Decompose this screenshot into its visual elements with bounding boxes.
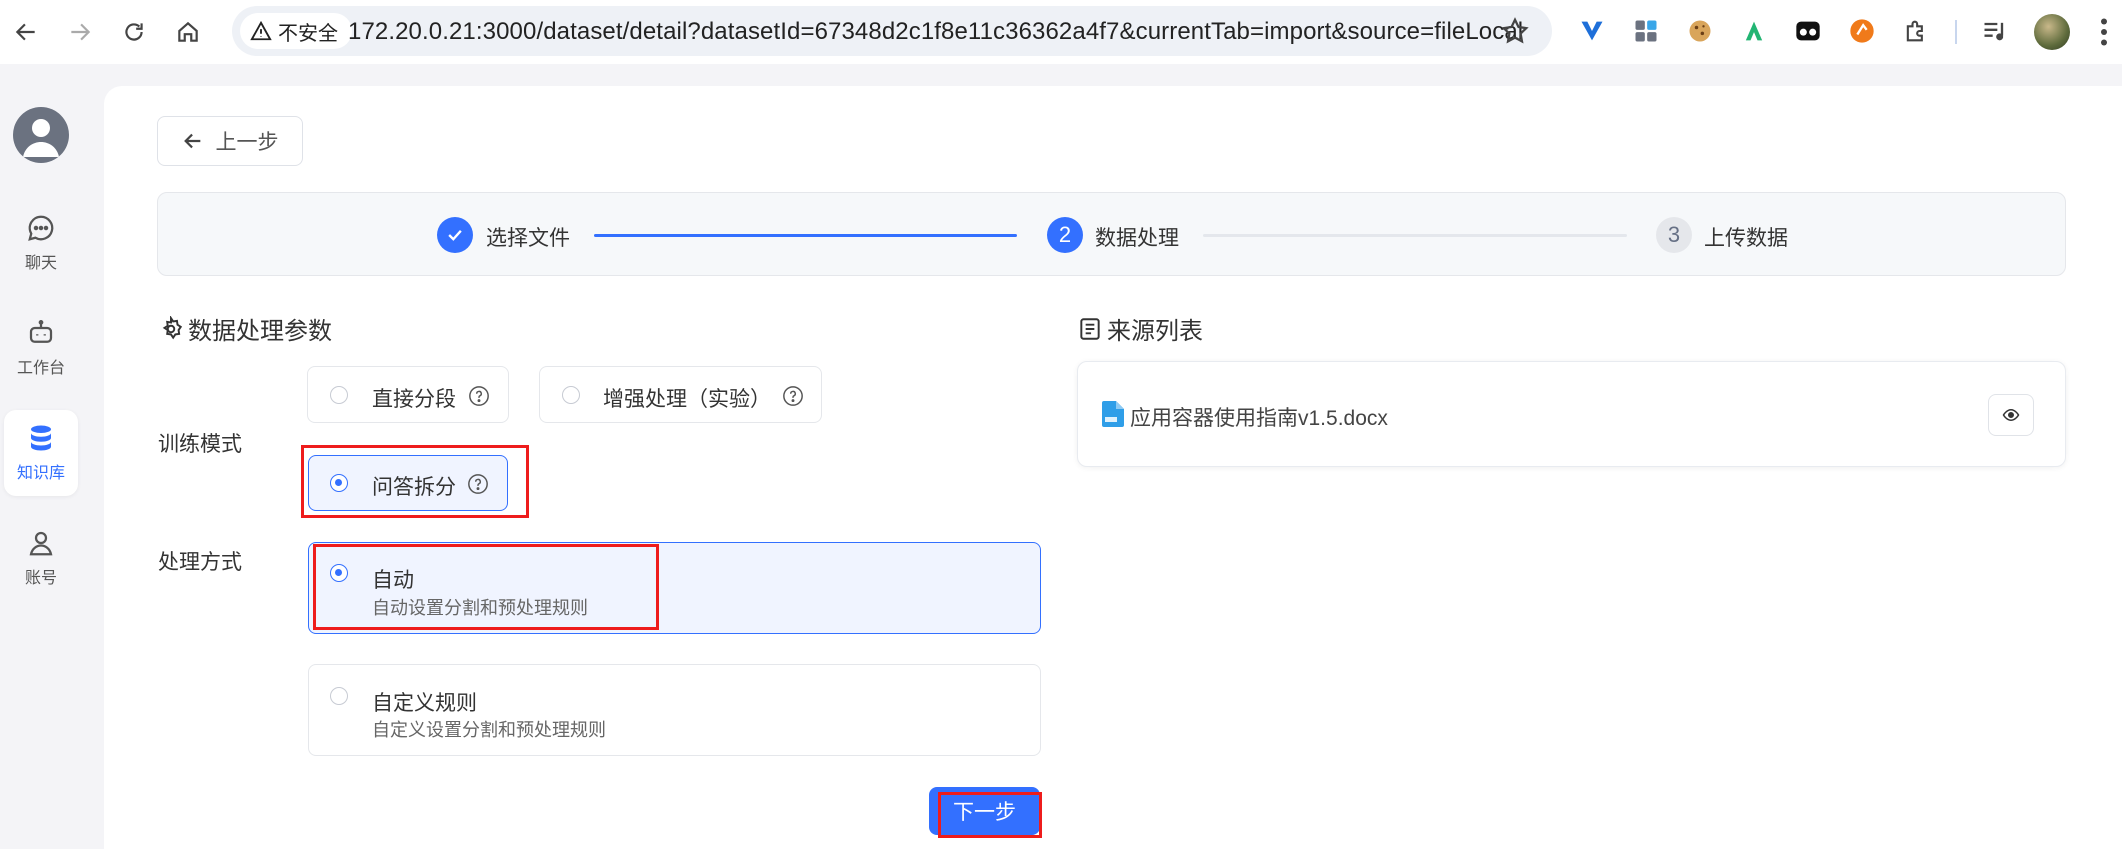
radio-qa-split[interactable] — [330, 474, 348, 492]
stepper: 选择文件 2 数据处理 3 上传数据 — [157, 192, 2066, 276]
browser-toolbar: 不安全 172.20.0.21:3000/dataset/detail?data… — [0, 0, 2122, 64]
option-custom-rules[interactable]: 自定义规则 自定义设置分割和预处理规则 — [308, 664, 1041, 756]
option-direct-segment-label: 直接分段 — [372, 388, 456, 411]
help-circle-icon[interactable] — [468, 385, 490, 407]
a-extension-icon[interactable] — [1737, 14, 1771, 48]
sidebar-item-knowledge-base[interactable]: 知识库 — [4, 410, 78, 496]
step-2-label: 数据处理 — [1095, 227, 1179, 250]
option-custom-rules-desc: 自定义设置分割和预处理规则 — [372, 720, 606, 740]
option-auto-desc: 自动设置分割和预处理规则 — [372, 598, 588, 618]
help-circle-icon[interactable] — [467, 473, 489, 495]
sidebar-item-account[interactable]: 账号 — [4, 515, 78, 601]
url-text[interactable]: 172.20.0.21:3000/dataset/detail?datasetI… — [348, 18, 1523, 46]
arrow-left-icon — [183, 133, 200, 149]
training-mode-label: 训练模式 — [158, 433, 242, 456]
step-1-check-icon — [437, 217, 473, 253]
cookie-extension-icon[interactable] — [1683, 14, 1717, 48]
forward-arrow-icon[interactable] — [62, 14, 98, 50]
next-step-button[interactable]: 下一步 — [929, 787, 1040, 835]
sidebar-item-chat[interactable]: 聊天 — [4, 200, 78, 286]
option-qa-split[interactable]: 问答拆分 — [308, 455, 508, 511]
glasses-extension-icon[interactable] — [1791, 14, 1825, 48]
preview-button[interactable] — [1988, 394, 2034, 436]
user-icon — [29, 531, 53, 556]
grid-extension-icon[interactable] — [1629, 14, 1663, 48]
sidebar-item-label: 聊天 — [24, 255, 57, 272]
chat-icon — [28, 215, 54, 241]
toolbar-divider — [1955, 20, 1957, 44]
step-2-number: 2 — [1047, 217, 1083, 253]
more-menu-icon[interactable] — [2096, 14, 2112, 50]
step-connector-1 — [594, 234, 1017, 237]
settings-gear-icon — [162, 315, 183, 339]
profile-avatar[interactable] — [2034, 14, 2070, 50]
source-list-title: 来源列表 — [1077, 311, 1203, 346]
option-enhanced-processing-label: 增强处理（实验） — [603, 388, 771, 411]
media-list-icon[interactable] — [1978, 14, 2012, 48]
previous-step-button[interactable]: 上一步 — [157, 116, 303, 166]
option-qa-split-label: 问答拆分 — [372, 476, 456, 499]
database-icon — [31, 425, 51, 451]
process-method-label: 处理方式 — [158, 551, 242, 574]
home-icon[interactable] — [170, 14, 206, 50]
source-list-title-text: 来源列表 — [1107, 318, 1203, 345]
sidebar-item-label: 工作台 — [16, 360, 65, 377]
puzzle-extensions-icon[interactable] — [1899, 14, 1933, 48]
step-3-label: 上传数据 — [1704, 227, 1788, 250]
radio-enhanced-processing[interactable] — [562, 386, 580, 404]
option-custom-rules-label: 自定义规则 — [372, 692, 477, 715]
help-circle-icon[interactable] — [782, 385, 804, 407]
warning-icon — [250, 20, 272, 41]
sidebar-item-workbench[interactable]: 工作台 — [4, 305, 78, 391]
step-3-number: 3 — [1656, 217, 1692, 253]
option-auto[interactable]: 自动 自动设置分割和预处理规则 — [308, 542, 1041, 634]
back-arrow-icon[interactable] — [8, 14, 44, 50]
step-1-label: 选择文件 — [486, 227, 570, 250]
radio-auto[interactable] — [330, 564, 348, 582]
app-sidebar: 聊天 工作台 知识库 账号 — [0, 66, 102, 849]
security-label: 不安全 — [278, 22, 338, 45]
user-avatar[interactable] — [13, 107, 69, 163]
orange-extension-icon[interactable] — [1845, 14, 1879, 48]
option-enhanced-processing[interactable]: 增强处理（实验） — [539, 366, 822, 423]
option-direct-segment[interactable]: 直接分段 — [307, 366, 509, 423]
security-chip[interactable]: 不安全 — [240, 13, 352, 49]
docx-file-icon — [1102, 401, 1124, 427]
robot-icon — [29, 320, 53, 343]
reload-icon[interactable] — [116, 14, 152, 50]
sidebar-item-label: 知识库 — [16, 465, 65, 482]
radio-custom-rules[interactable] — [330, 687, 348, 705]
previous-step-label: 上一步 — [215, 131, 279, 154]
bookmark-star-icon[interactable] — [1500, 16, 1530, 46]
eye-icon — [2002, 408, 2020, 422]
radio-direct-segment[interactable] — [330, 386, 348, 404]
v-extension-icon[interactable] — [1575, 14, 1609, 48]
document-list-icon — [1080, 317, 1100, 340]
step-connector-2 — [1203, 234, 1627, 237]
source-file-card: 应用容器使用指南v1.5.docx — [1077, 361, 2066, 467]
params-title-text: 数据处理参数 — [188, 318, 332, 345]
source-file-name: 应用容器使用指南v1.5.docx — [1130, 407, 1388, 430]
option-auto-label: 自动 — [372, 569, 414, 592]
address-bar[interactable]: 不安全 172.20.0.21:3000/dataset/detail?data… — [232, 6, 1552, 56]
sidebar-item-label: 账号 — [24, 570, 57, 587]
params-section-title: 数据处理参数 — [158, 311, 332, 346]
